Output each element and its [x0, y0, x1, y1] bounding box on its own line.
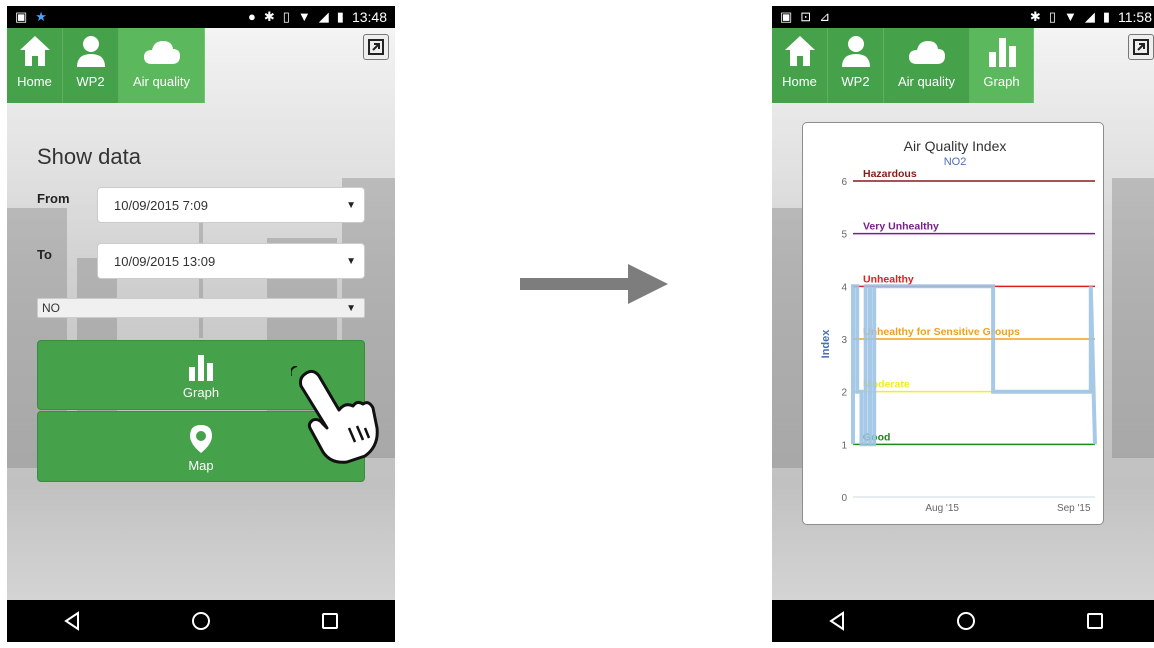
dropdown-arrow-icon: ▼: [346, 199, 356, 211]
tab-air-quality[interactable]: Air quality: [119, 28, 205, 103]
tab-bar: Home WP2 Air quality: [7, 28, 205, 103]
map-pin-icon: [190, 425, 212, 453]
pollutant-value: NO: [42, 301, 60, 315]
person-icon: [76, 36, 105, 67]
y-tick-label: 1: [841, 440, 847, 451]
tab-wp2-label: WP2: [841, 74, 870, 89]
phone-screen-right: ▣ ⊡ ⊿ ✱ ▯ ▼ ◢ ▮ 11:58 Home WP2 Air quali…: [772, 6, 1154, 642]
from-date-value: 10/09/2015 7:09: [114, 197, 208, 213]
transition-arrow-head: [628, 264, 668, 304]
expand-icon: [368, 39, 384, 55]
air-quality-chart: Air Quality Index NO2 Index 0 1 2 3 4 5 6 Aug '…: [820, 138, 1097, 514]
y-tick-label: 2: [841, 388, 847, 399]
threshold-label: Very Unhealthy: [863, 221, 939, 233]
back-icon[interactable]: [827, 611, 847, 631]
y-tick-label: 5: [841, 230, 847, 241]
status-bar: ▣ ⊡ ⊿ ✱ ▯ ▼ ◢ ▮ 11:58: [772, 6, 1154, 28]
battery-icon: ▮: [1102, 9, 1110, 24]
location-icon: ●: [248, 9, 256, 24]
chart-title: Air Quality Index: [904, 138, 1007, 154]
tab-graph[interactable]: Graph: [970, 28, 1034, 103]
signal-icon: ◢: [318, 9, 329, 24]
tab-air-quality[interactable]: Air quality: [884, 28, 970, 103]
tab-wp2-label: WP2: [76, 74, 105, 89]
expand-button[interactable]: [1128, 34, 1154, 60]
bluetooth-icon: ✱: [1029, 9, 1041, 24]
x-tick-label: Aug '15: [925, 503, 959, 514]
wifi-icon: ▼: [297, 9, 311, 24]
home-icon: [784, 36, 815, 66]
download-notification-icon: ⊡: [800, 9, 812, 24]
to-label: To: [37, 247, 52, 262]
tab-wp2[interactable]: WP2: [63, 28, 119, 103]
wifi-icon: ▼: [1063, 9, 1077, 24]
pollutant-select[interactable]: NO ▼: [37, 298, 365, 318]
cloud-icon: [908, 41, 945, 64]
battery-icon: ▮: [336, 9, 344, 24]
to-date-select[interactable]: 10/09/2015 13:09 ▼: [97, 243, 365, 279]
tab-bar: Home WP2 Air quality Graph: [772, 28, 1034, 103]
tab-air-quality-label: Air quality: [132, 74, 191, 89]
bar-chart-icon: [189, 355, 213, 381]
tap-hand-icon: [291, 366, 379, 464]
home-icon: [19, 36, 50, 66]
threshold-label: Unhealthy: [863, 273, 914, 285]
chart-subtitle: NO2: [944, 156, 967, 168]
series-line: [851, 284, 1097, 447]
status-bar: ▣ ★ ● ✱ ▯ ▼ ◢ ▮ 13:48: [7, 6, 395, 28]
dropdown-arrow-icon: ▼: [346, 302, 356, 314]
android-nav-bar: [772, 600, 1154, 642]
x-tick-label: Sep '15: [1057, 503, 1091, 514]
home-circle-icon[interactable]: [956, 611, 976, 631]
dropdown-arrow-icon: ▼: [346, 255, 356, 267]
bluetooth-icon: ✱: [263, 9, 275, 24]
back-icon[interactable]: [62, 611, 82, 631]
page-title: Show data: [37, 144, 141, 169]
threshold-label: Unhealthy for Sensitive Groups: [863, 326, 1020, 338]
expand-button[interactable]: [363, 34, 389, 60]
star-notification-icon: ★: [35, 9, 47, 24]
to-date-value: 10/09/2015 13:09: [114, 253, 216, 269]
y-tick-label: 0: [841, 493, 847, 504]
expand-icon: [1133, 39, 1149, 55]
y-axis-label: Index: [820, 329, 832, 359]
tab-graph-label: Graph: [983, 74, 1020, 89]
from-date-select[interactable]: 10/09/2015 7:09 ▼: [97, 187, 365, 223]
image-notification-icon: ▣: [15, 9, 28, 24]
transition-arrow: [520, 278, 632, 290]
signal-icon: ◢: [1084, 9, 1095, 24]
threshold-label: Hazardous: [863, 168, 917, 180]
y-tick-label: 6: [841, 177, 847, 188]
phone-screen-left: ▣ ★ ● ✱ ▯ ▼ ◢ ▮ 13:48 Home WP2 Air quali…: [7, 6, 395, 642]
from-label: From: [37, 191, 70, 206]
vibrate-icon: ▯: [282, 9, 290, 24]
y-tick-label: 3: [841, 335, 847, 346]
tab-home[interactable]: Home: [7, 28, 63, 103]
bar-chart-icon: [988, 38, 1016, 67]
tab-wp2[interactable]: WP2: [828, 28, 884, 103]
recents-icon[interactable]: [320, 611, 340, 631]
cloud-icon: [143, 41, 180, 64]
status-time: 11:58: [1118, 9, 1152, 25]
chart-card: Air Quality Index NO2 Index 0 1 2 3 4 5 6 Aug '…: [802, 122, 1104, 525]
home-circle-icon[interactable]: [191, 611, 211, 631]
android-nav-bar: [7, 600, 395, 642]
tab-air-quality-label: Air quality: [897, 74, 956, 89]
y-tick-label: 4: [841, 282, 847, 293]
status-time: 13:48: [351, 9, 387, 25]
vibrate-icon: ▯: [1048, 9, 1056, 24]
person-icon: [841, 36, 870, 67]
tab-home-label: Home: [782, 74, 817, 89]
share-notification-icon: ⊿: [819, 9, 831, 24]
tab-home-label: Home: [17, 74, 52, 89]
image-notification-icon: ▣: [780, 9, 793, 24]
recents-icon[interactable]: [1085, 611, 1105, 631]
tab-home[interactable]: Home: [772, 28, 828, 103]
